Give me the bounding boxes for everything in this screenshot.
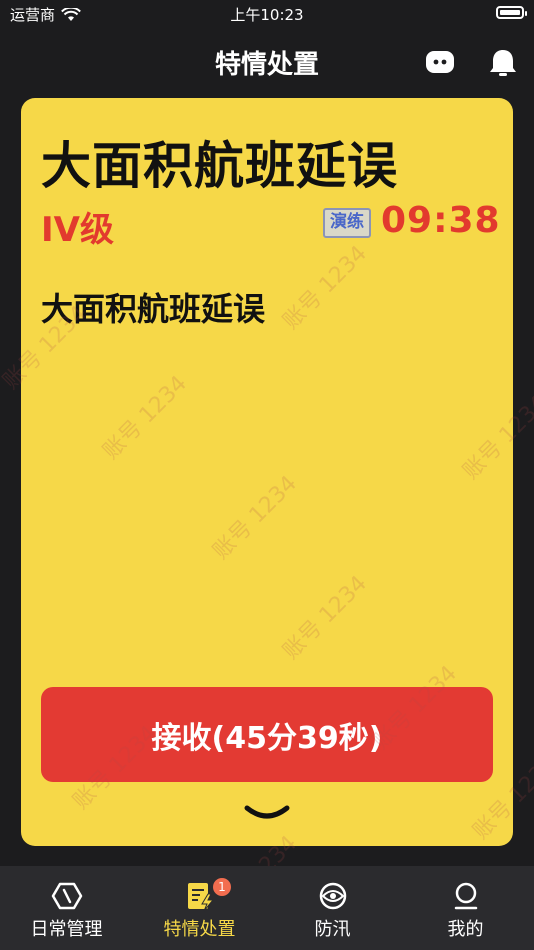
incident-card: 大面积航班延误 IV级 演练 09:38 大面积航班延误 接收(45分39秒) <box>21 98 513 846</box>
tab-daily-management[interactable]: 日常管理 <box>0 866 133 950</box>
nav-bar: 特情处置 <box>0 36 534 90</box>
accept-button-label: 接收(45分39秒) <box>151 720 383 756</box>
eye-ring-icon <box>319 882 346 910</box>
bell-icon[interactable] <box>486 46 520 80</box>
battery-icon <box>496 6 527 19</box>
tab-incident-handling[interactable]: 1 特情处置 <box>133 866 266 950</box>
tab-label: 日常管理 <box>30 919 103 940</box>
tab-label: 我的 <box>447 919 484 940</box>
incident-title: 大面积航班延误 <box>41 137 398 195</box>
tab-label: 防汛 <box>314 919 351 940</box>
status-time: 上午10:23 <box>230 6 304 24</box>
incident-description: 大面积航班延误 <box>41 290 266 328</box>
tab-flood-control[interactable]: 防汛 <box>266 866 399 950</box>
incident-level: IV级 <box>41 210 114 250</box>
tab-label: 特情处置 <box>163 919 236 940</box>
tab-profile[interactable]: 我的 <box>399 866 532 950</box>
tab-bar: 日常管理 1 特情处置 防汛 我的 <box>0 866 534 950</box>
drill-badge: 演练 <box>323 208 371 238</box>
document-bolt-icon <box>187 883 214 912</box>
hexagon-icon <box>51 882 82 910</box>
chat-icon[interactable] <box>424 48 458 78</box>
status-bar: 运营商 上午10:23 <box>0 0 534 28</box>
countdown-timer: 09:38 <box>381 200 501 241</box>
user-icon <box>454 882 477 910</box>
notification-badge: 1 <box>213 878 231 896</box>
accept-button[interactable]: 接收(45分39秒) <box>41 687 493 782</box>
chevron-down-icon[interactable] <box>243 802 291 826</box>
